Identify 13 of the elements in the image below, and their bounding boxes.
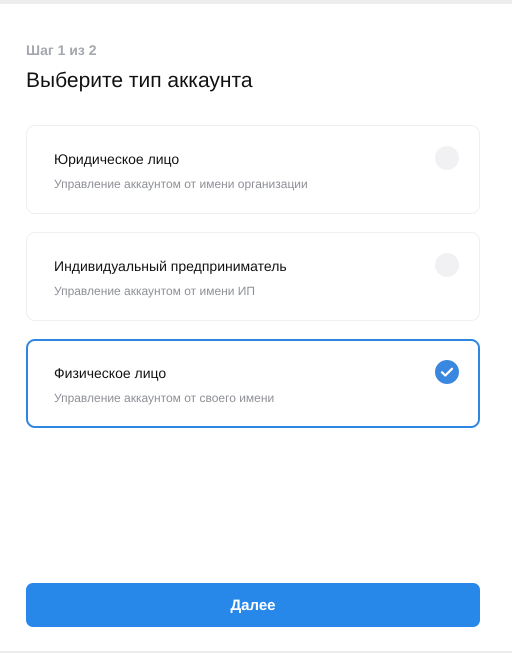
option-description: Управление аккаунтом от имени ИП	[54, 284, 256, 298]
account-type-option[interactable]: Юридическое лицо Управление аккаунтом от имени организации	[26, 125, 480, 214]
option-title: Юридическое лицо	[54, 151, 180, 167]
account-type-option[interactable]: Индивидуальный предприниматель Управление аккаунтом от имени ИП	[26, 232, 480, 321]
page-title: Выберите тип аккаунта	[26, 69, 254, 93]
option-description: Управление аккаунтом от своего имени	[54, 391, 274, 405]
option-description: Управление аккаунтом от имени организации	[54, 177, 308, 191]
step-indicator: Шаг 1 из 2	[26, 42, 98, 58]
option-title: Физическое лицо	[54, 365, 168, 381]
next-button[interactable]: Далее	[26, 583, 480, 627]
check-icon[interactable]	[435, 360, 459, 384]
option-title: Индивидуальный предприниматель	[54, 258, 287, 274]
account-type-option[interactable]: Физическое лицо Управление аккаунтом от своего имени	[26, 339, 480, 428]
